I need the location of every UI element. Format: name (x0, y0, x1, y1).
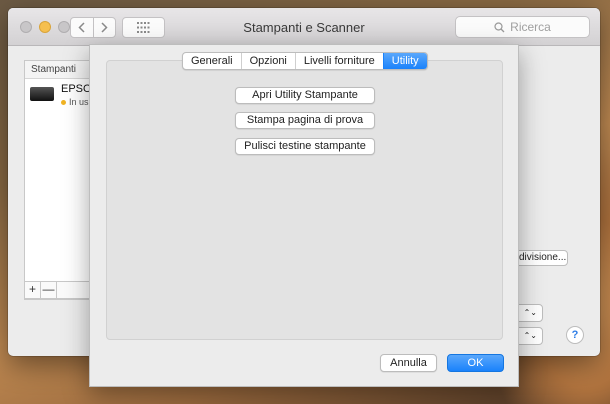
printer-list: Stampanti EPSO In us (24, 60, 94, 300)
ok-button[interactable]: OK (447, 354, 504, 372)
printer-status: In us (61, 97, 89, 107)
default-printer-popup[interactable]: ⌃⌄ (515, 304, 543, 322)
search-field[interactable]: Ricerca (455, 16, 590, 38)
tab-generali[interactable]: Generali (183, 53, 241, 69)
default-paper-popup[interactable]: ⌃⌄ (515, 327, 543, 345)
remove-printer-button[interactable]: — (41, 282, 57, 298)
search-icon (494, 21, 505, 32)
print-test-page-button[interactable]: Stampa pagina di prova (235, 112, 375, 129)
cancel-button[interactable]: Annulla (380, 354, 437, 372)
printer-status-text: In us (69, 97, 89, 107)
status-dot-icon (61, 99, 66, 105)
title-bar: Stampanti e Scanner Ricerca (8, 8, 600, 46)
clean-print-heads-button[interactable]: Pulisci testine stampante (235, 138, 375, 155)
printer-icon (30, 87, 54, 101)
printer-list-footer: + — (24, 281, 94, 299)
printer-list-item[interactable]: EPSO In us (25, 81, 93, 111)
search-placeholder: Ricerca (510, 20, 551, 34)
add-printer-button[interactable]: + (25, 282, 41, 298)
tab-opzioni[interactable]: Opzioni (240, 53, 295, 69)
open-printer-utility-button[interactable]: Apri Utility Stampante (235, 87, 375, 104)
printer-list-header: Stampanti (25, 61, 93, 79)
printer-options-sheet: Generali Opzioni Livelli forniture Utili… (89, 44, 519, 387)
tab-livelli-forniture[interactable]: Livelli forniture (294, 53, 383, 69)
tab-utility[interactable]: Utility (382, 53, 427, 69)
tab-bar: Generali Opzioni Livelli forniture Utili… (182, 52, 428, 70)
help-button[interactable]: ? (566, 326, 584, 344)
printer-name: EPSO (61, 83, 92, 95)
